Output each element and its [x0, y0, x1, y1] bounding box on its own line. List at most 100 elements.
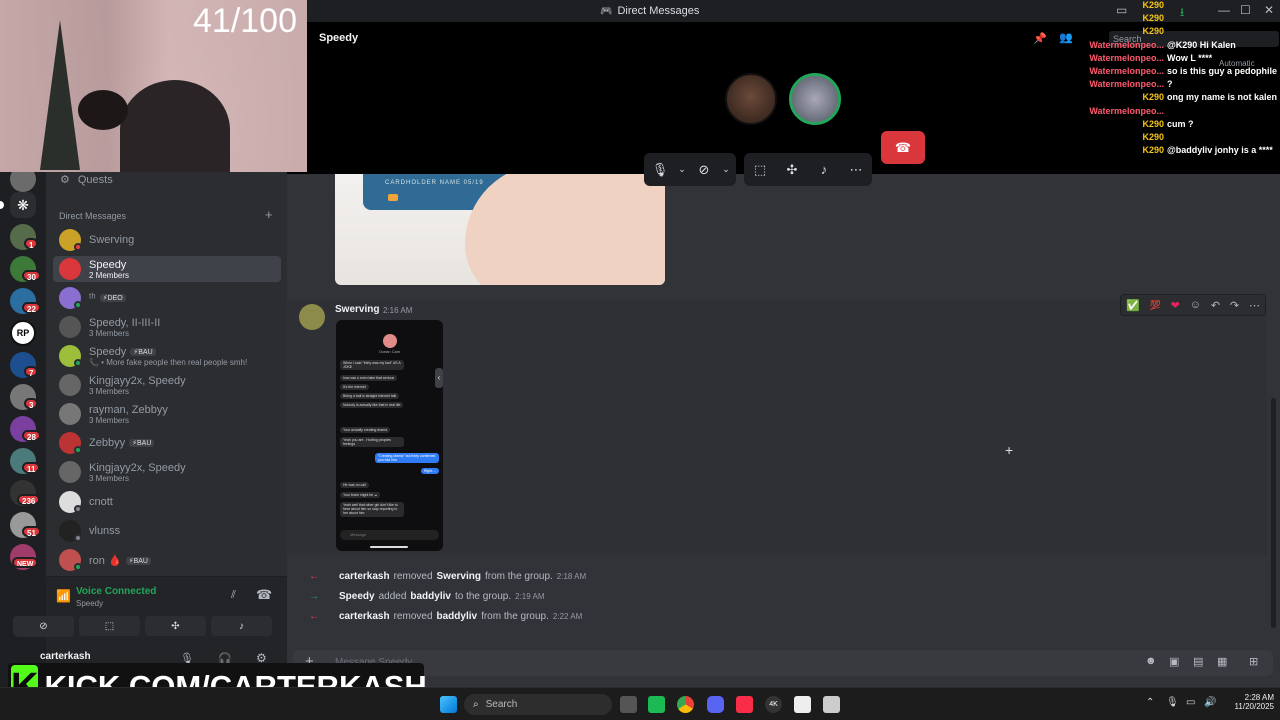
- discord-taskbar-icon[interactable]: [707, 696, 724, 713]
- dm-item[interactable]: ron 🩸 ⚡BAU: [53, 547, 281, 573]
- gift-icon[interactable]: ☻: [1145, 655, 1157, 667]
- dm-item[interactable]: Speedy 2 Members: [53, 256, 281, 282]
- speaking-participant-avatar[interactable]: [789, 73, 841, 125]
- taskbar-search[interactable]: ⌕ Search: [464, 694, 612, 715]
- system-actor[interactable]: carterkash: [339, 611, 390, 622]
- mic-tray-icon[interactable]: 🎙: [1166, 697, 1179, 708]
- 4k-icon[interactable]: 4K: [765, 696, 782, 713]
- avatar[interactable]: [299, 304, 325, 330]
- volume-icon[interactable]: 🔊: [1204, 697, 1216, 708]
- chat-text: ong my name is not kalen: [1167, 92, 1278, 103]
- add-member-icon[interactable]: 👥: [1059, 31, 1073, 44]
- reaction-check[interactable]: ✅: [1126, 299, 1140, 312]
- contact-avatar: [383, 334, 397, 348]
- system-actor[interactable]: Speedy: [339, 591, 375, 602]
- system-tail: from the group.: [484, 571, 553, 582]
- more-icon[interactable]: ⋯: [1249, 299, 1260, 312]
- gif-icon[interactable]: ▣: [1169, 655, 1179, 668]
- chat-text: @K290 Hi Kalen: [1167, 39, 1236, 50]
- hang-up-button[interactable]: ☎: [881, 131, 925, 164]
- dm-item[interactable]: Kingjayy2x, Speedy 3 Members: [53, 372, 281, 398]
- chat-username: K290: [1142, 26, 1164, 37]
- noise-suppression-icon[interactable]: ⫽: [231, 589, 236, 602]
- dm-name: ᵗʰ ⚡DEO: [89, 292, 126, 304]
- discover-icon[interactable]: ❋: [10, 192, 36, 218]
- stream-chat-line: K290 @baddyliv jonhy is a ****: [1080, 145, 1272, 155]
- create-dm-button[interactable]: +: [265, 207, 273, 222]
- more-icon[interactable]: ⋯: [840, 153, 872, 186]
- mic-button[interactable]: 🎙: [644, 153, 676, 186]
- camera-button[interactable]: ⊘: [688, 153, 720, 186]
- chevron-down-icon[interactable]: ⌄: [676, 153, 688, 186]
- add-reaction-icon[interactable]: ☺: [1190, 299, 1201, 311]
- app-icon[interactable]: [823, 696, 840, 713]
- emoji-icon[interactable]: ▦: [1217, 655, 1227, 668]
- card-image-attachment[interactable]: CARDHOLDER NAME 05/19: [335, 174, 665, 285]
- reaction-heart[interactable]: ❤: [1171, 299, 1180, 312]
- dm-item[interactable]: Speedy ⚡BAU 📞 • More fake people then real…: [53, 343, 281, 369]
- dm-item[interactable]: rayman, Zebbyy 3 Members: [53, 401, 281, 427]
- system-target[interactable]: baddyliv: [410, 591, 451, 602]
- dm-item[interactable]: Speedy, II-III-II 3 Members: [53, 314, 281, 340]
- clock[interactable]: 2:28 AM 11/20/2025: [1222, 693, 1274, 711]
- dm-item[interactable]: Swerving: [53, 227, 281, 253]
- apps-icon[interactable]: ⊞: [1249, 655, 1258, 668]
- reaction-100[interactable]: 💯: [1150, 300, 1161, 311]
- system-actor[interactable]: carterkash: [339, 571, 390, 582]
- dm-item[interactable]: ᵗʰ ⚡DEO: [53, 285, 281, 311]
- camera-off-button[interactable]: ⊘: [13, 616, 74, 636]
- server-icon[interactable]: RP: [10, 320, 36, 346]
- disconnect-icon[interactable]: ☎: [256, 587, 272, 603]
- message-author[interactable]: Swerving: [335, 304, 379, 315]
- sticker-icon[interactable]: ▤: [1193, 655, 1203, 668]
- dm-name: vlunss: [89, 525, 121, 537]
- activities-icon[interactable]: ✣: [776, 153, 808, 186]
- start-icon[interactable]: [440, 696, 457, 713]
- soundboard-button[interactable]: ♪: [211, 616, 272, 636]
- screenshare-icon[interactable]: ⬚: [744, 153, 776, 186]
- system-target[interactable]: baddyliv: [437, 611, 478, 622]
- app-icon[interactable]: [794, 696, 811, 713]
- reply-icon[interactable]: ↶: [1211, 299, 1220, 312]
- screenshare-button[interactable]: ⬚: [79, 616, 140, 636]
- dm-subtitle: 2 Members: [89, 271, 130, 280]
- pin-icon[interactable]: 📌: [1033, 32, 1047, 45]
- chat-text: cum ?: [1167, 118, 1194, 129]
- system-message: ← carterkash removed Swerving from the group…: [309, 571, 586, 582]
- music-icon[interactable]: [736, 696, 753, 713]
- screenshot-attachment[interactable]: Ocean Cam When I said "thirty was my bad…: [336, 320, 443, 551]
- network-icon[interactable]: ▭: [1186, 697, 1195, 708]
- voice-channel[interactable]: Speedy: [76, 599, 103, 608]
- activities-button[interactable]: ✣: [145, 616, 206, 636]
- soundboard-icon: ♪: [239, 620, 244, 632]
- stream-chat-line: K290: [1080, 132, 1167, 142]
- dm-item[interactable]: Zebbyy ⚡BAU: [53, 430, 281, 456]
- collapse-handle[interactable]: ‹: [435, 368, 443, 388]
- app-icon[interactable]: [648, 696, 665, 713]
- system-target[interactable]: Swerving: [437, 571, 481, 582]
- dm-sidebar: ⚙ Quests Direct Messages + Swerving Speed…: [14, 172, 287, 687]
- chat-username: Watermelonpeo...: [1089, 79, 1164, 90]
- scrollbar[interactable]: [1271, 398, 1276, 628]
- dm-item[interactable]: Kingjayy2x, Speedy 3 Members: [53, 459, 281, 485]
- person: [120, 80, 230, 172]
- dm-item[interactable]: cnott: [53, 489, 281, 515]
- tray-chevron-icon[interactable]: ⌃: [1146, 697, 1154, 708]
- task-view-icon[interactable]: [620, 696, 637, 713]
- chrome-icon[interactable]: [677, 696, 694, 713]
- chat-username: Watermelonpeo...: [1089, 52, 1164, 63]
- status-dot: [74, 359, 82, 367]
- username[interactable]: carterkash: [40, 651, 91, 662]
- taskbar: ⌕ Search 4K ⌃ 🎙 ▭ 🔊 2:28 AM 11/20/2025: [0, 687, 1280, 720]
- status-dot: [74, 505, 82, 513]
- message-toolbar: ✅ 💯 ❤ ☺ ↶ ↷ ⋯: [1120, 294, 1266, 316]
- participant-avatar[interactable]: [725, 73, 777, 125]
- server-rail: ❋ 1 30 22 RP 7 3 28 11 236 51 NEW: [0, 166, 46, 687]
- hand: [465, 174, 665, 285]
- chevron-down-icon[interactable]: ⌄: [720, 153, 732, 186]
- dm-item[interactable]: vlunss: [53, 518, 281, 544]
- soundboard-icon[interactable]: ♪: [808, 153, 840, 186]
- quests-link[interactable]: ⚙ Quests: [60, 173, 113, 187]
- forward-icon[interactable]: ↷: [1230, 299, 1239, 312]
- message-row[interactable]: Swerving 2:16 AM Ocean Cam When I said "…: [287, 294, 1267, 555]
